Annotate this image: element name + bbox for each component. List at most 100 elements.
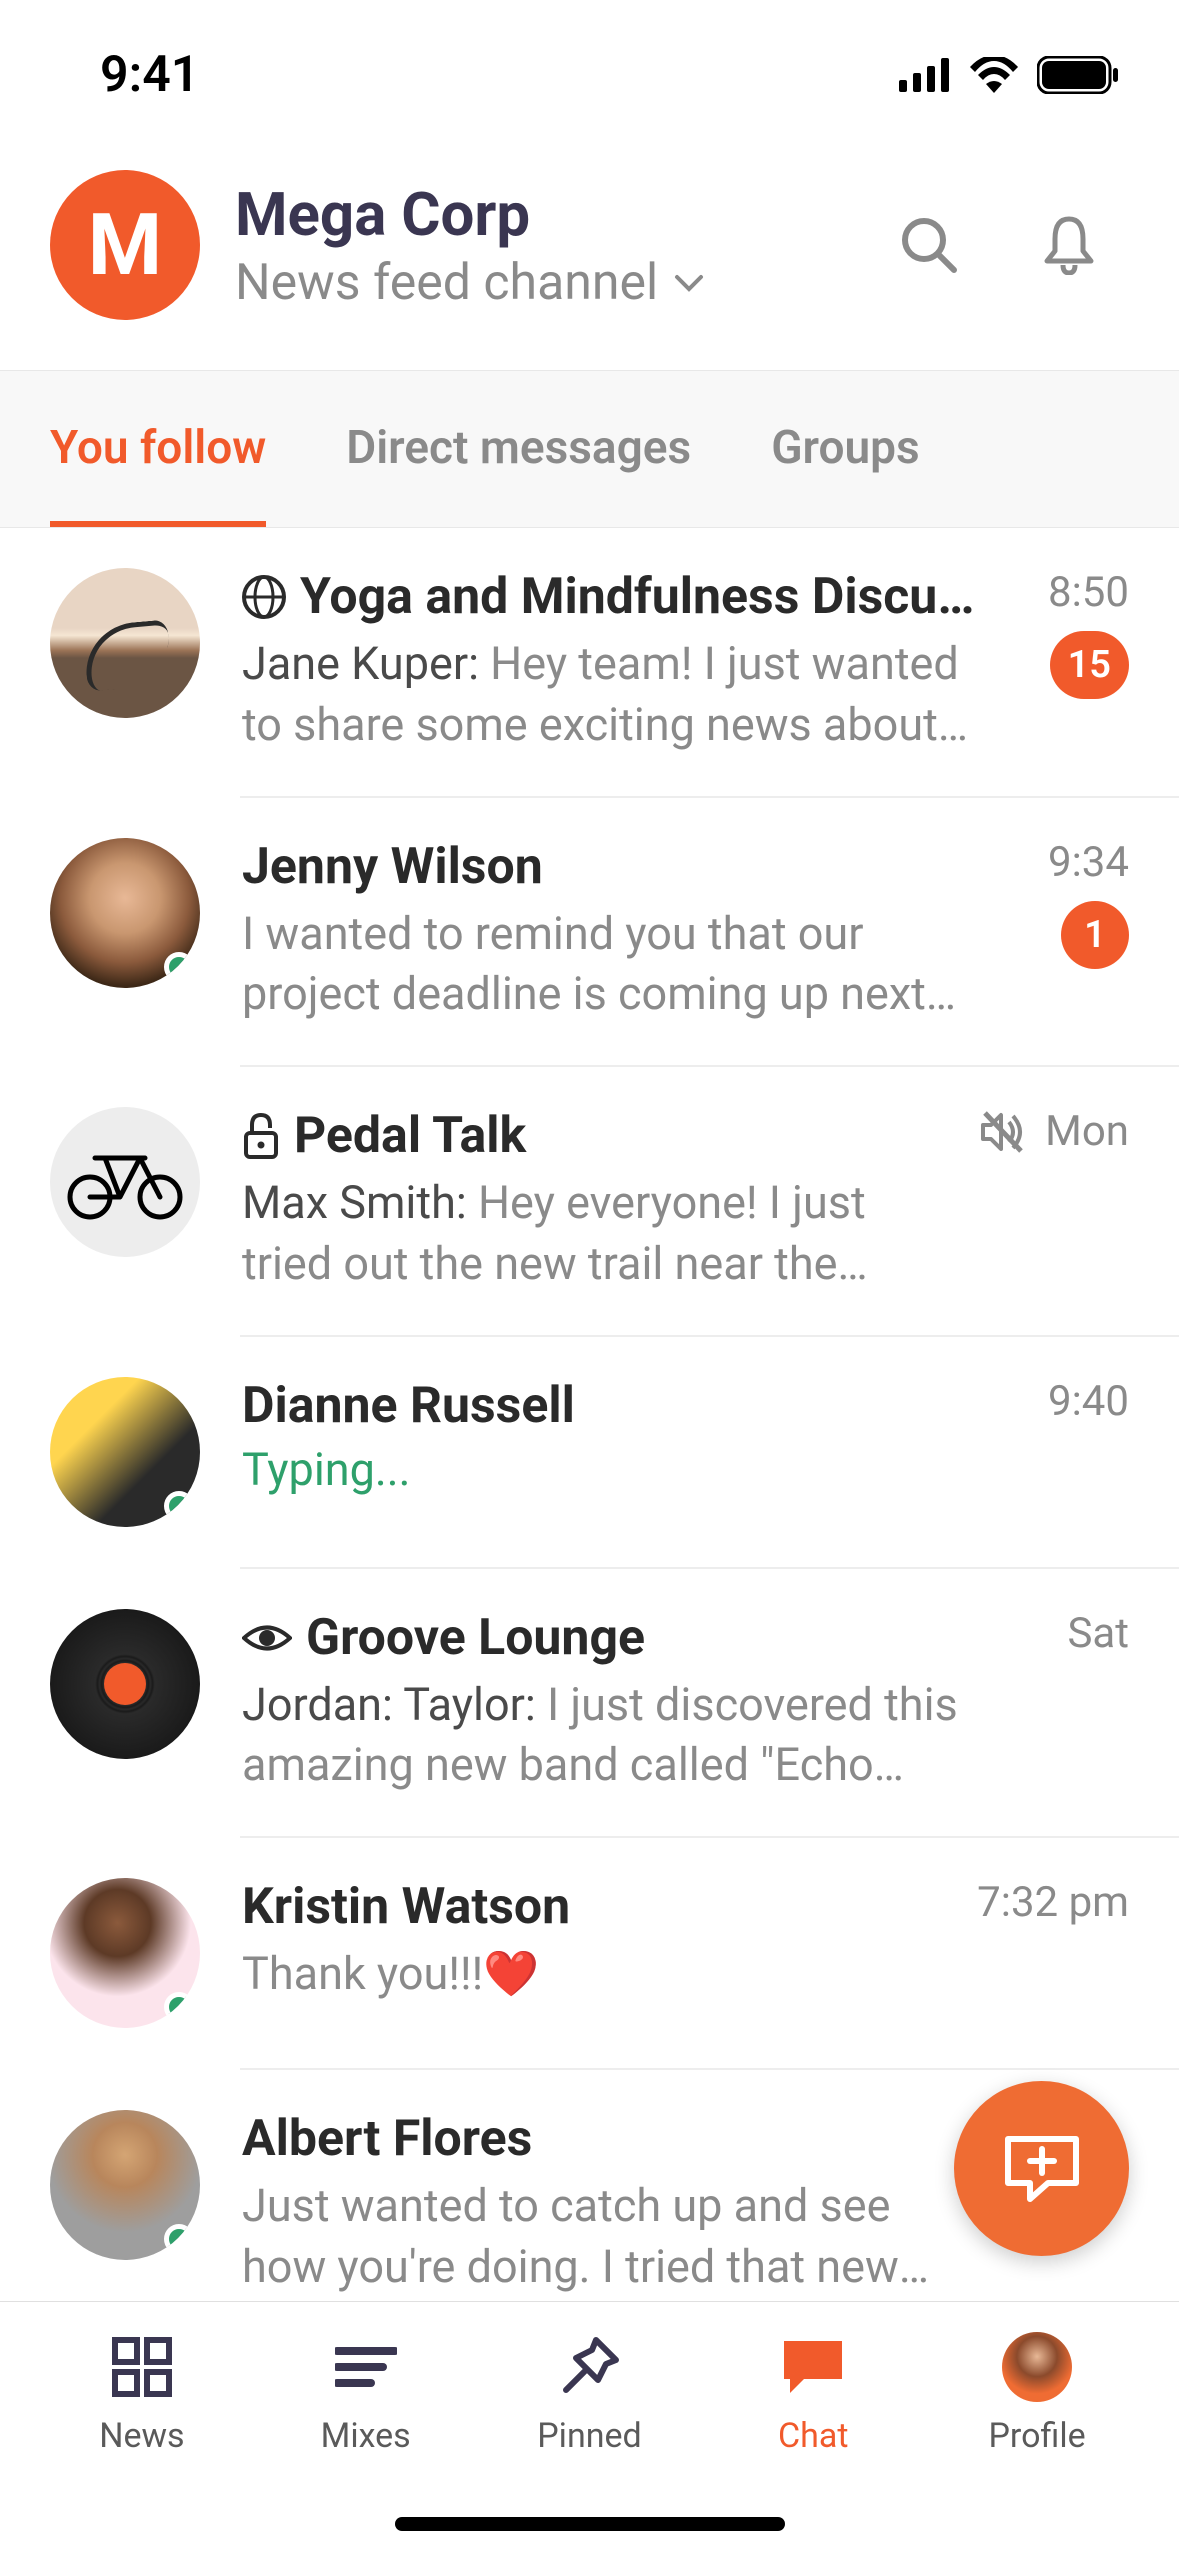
org-logo[interactable]: M	[50, 170, 200, 320]
chevron-down-icon	[674, 273, 704, 293]
profile-avatar-icon	[1002, 2332, 1072, 2402]
nav-chat[interactable]: Chat	[738, 2332, 888, 2476]
nav-label: Chat	[778, 2416, 848, 2456]
status-time: 9:41	[100, 46, 199, 104]
chat-time: 7:32 pm	[977, 1878, 1129, 1927]
bicycle-icon	[65, 1145, 185, 1220]
chat-meta: 9:40	[1019, 1377, 1129, 1527]
chat-preview: Jane Kuper: Hey team! I just wanted to s…	[242, 634, 977, 756]
bell-icon	[1041, 215, 1097, 275]
muted-icon	[979, 1109, 1027, 1155]
filter-tabs: You follow Direct messages Groups	[0, 370, 1179, 528]
eye-icon	[242, 1621, 292, 1655]
chat-content: Dianne Russell Typing...	[242, 1377, 977, 1527]
pin-icon	[554, 2332, 624, 2402]
chat-title: Dianne Russell	[242, 1377, 977, 1435]
header-titles[interactable]: Mega Corp News feed channel	[235, 179, 864, 312]
presence-indicator	[164, 1992, 194, 2022]
wifi-icon	[969, 57, 1019, 93]
search-button[interactable]	[899, 215, 959, 275]
chat-list[interactable]: Yoga and Mindfulness Discussi... Jane Ku…	[0, 528, 1179, 2338]
chat-meta: Mon	[979, 1107, 1129, 1295]
chat-icon	[778, 2332, 848, 2402]
avatar	[50, 1377, 200, 1527]
chat-row[interactable]: Jenny Wilson I wanted to remind you that…	[0, 798, 1179, 1066]
unread-badge: 15	[1050, 631, 1129, 699]
chat-meta: 7:32 pm	[977, 1878, 1129, 2028]
chat-content: Groove Lounge Jordan: Taylor: I just dis…	[242, 1609, 977, 1797]
chat-title: Albert Flores	[242, 2110, 977, 2168]
presence-indicator	[164, 952, 194, 982]
chat-preview-text: Just wanted to catch up and see how you'…	[242, 2179, 929, 2298]
chat-sender: Max Smith:	[242, 1176, 478, 1229]
nav-label: News	[99, 2416, 184, 2456]
nav-label: Mixes	[321, 2416, 411, 2456]
status-icons	[899, 56, 1119, 94]
status-bar: 9:41	[0, 0, 1179, 150]
chat-preview-text: I wanted to remind you that our project …	[242, 907, 956, 1026]
notifications-button[interactable]	[1039, 215, 1099, 275]
chat-preview-text: Thank you!!!❤️	[242, 1947, 539, 2000]
presence-indicator	[164, 2224, 194, 2254]
chat-preview: Just wanted to catch up and see how you'…	[242, 2176, 977, 2298]
battery-icon	[1037, 56, 1119, 94]
tab-you-follow[interactable]: You follow	[50, 371, 266, 527]
chat-content: Albert Flores Just wanted to catch up an…	[242, 2110, 977, 2298]
tab-groups[interactable]: Groups	[771, 371, 920, 527]
org-name: Mega Corp	[235, 179, 864, 250]
chat-content: Kristin Watson Thank you!!!❤️	[242, 1878, 935, 2028]
chat-meta: Sat	[1019, 1609, 1129, 1797]
nav-label: Profile	[988, 2416, 1085, 2456]
chat-title: Kristin Watson	[242, 1878, 935, 1936]
nav-label: Pinned	[537, 2416, 641, 2456]
new-message-icon	[1002, 2133, 1082, 2205]
nav-mixes[interactable]: Mixes	[291, 2332, 441, 2476]
nav-pinned[interactable]: Pinned	[514, 2332, 664, 2476]
chat-content: Jenny Wilson I wanted to remind you that…	[242, 838, 977, 1026]
lock-icon	[242, 1113, 280, 1159]
new-chat-button[interactable]	[954, 2081, 1129, 2256]
typing-indicator: Typing...	[242, 1443, 977, 1496]
chat-meta: 9:34 1	[1019, 838, 1129, 1026]
chat-time: 9:40	[1048, 1377, 1129, 1426]
chat-title: Pedal Talk	[294, 1107, 937, 1165]
channel-label: News feed channel	[235, 254, 658, 312]
chat-row[interactable]: Kristin Watson Thank you!!!❤️ 7:32 pm	[0, 1838, 1179, 2068]
chat-row[interactable]: Dianne Russell Typing... 9:40	[0, 1337, 1179, 1567]
chat-row[interactable]: Pedal Talk Max Smith: Hey everyone! I ju…	[0, 1067, 1179, 1335]
chat-time: 9:34	[1048, 838, 1129, 887]
chat-row[interactable]: Yoga and Mindfulness Discussi... Jane Ku…	[0, 528, 1179, 796]
presence-indicator	[164, 1491, 194, 1521]
chat-preview: I wanted to remind you that our project …	[242, 904, 977, 1026]
header-actions	[899, 215, 1129, 275]
chat-preview: Max Smith: Hey everyone! I just tried ou…	[242, 1173, 937, 1295]
chat-preview: Thank you!!!❤️	[242, 1944, 935, 2005]
globe-icon	[242, 575, 286, 619]
nav-news[interactable]: News	[67, 2332, 217, 2476]
chat-time: Mon	[1045, 1107, 1129, 1156]
chat-time: Sat	[1067, 1609, 1129, 1658]
chat-sender: Jane Kuper:	[242, 637, 490, 690]
chat-content: Yoga and Mindfulness Discussi... Jane Ku…	[242, 568, 977, 756]
chat-time: 8:50	[1048, 568, 1129, 617]
org-initial: M	[88, 195, 162, 295]
news-icon	[107, 2332, 177, 2402]
chat-preview: Jordan: Taylor: I just discovered this a…	[242, 1675, 977, 1797]
tab-direct-messages[interactable]: Direct messages	[346, 371, 691, 527]
home-indicator[interactable]	[395, 2517, 785, 2531]
header: M Mega Corp News feed channel	[0, 150, 1179, 370]
nav-profile[interactable]: Profile	[962, 2332, 1112, 2476]
avatar	[50, 1107, 200, 1257]
chat-title: Yoga and Mindfulness Discussi...	[300, 568, 977, 626]
cellular-icon	[899, 58, 951, 92]
avatar	[50, 568, 200, 718]
avatar	[50, 1609, 200, 1759]
search-icon	[899, 215, 959, 275]
chat-title: Groove Lounge	[306, 1609, 977, 1667]
unread-badge: 1	[1061, 901, 1129, 969]
avatar	[50, 1878, 200, 2028]
chat-title: Jenny Wilson	[242, 838, 977, 896]
channel-selector[interactable]: News feed channel	[235, 254, 864, 312]
chat-meta: 8:50 15	[1019, 568, 1129, 756]
chat-row[interactable]: Groove Lounge Jordan: Taylor: I just dis…	[0, 1569, 1179, 1837]
